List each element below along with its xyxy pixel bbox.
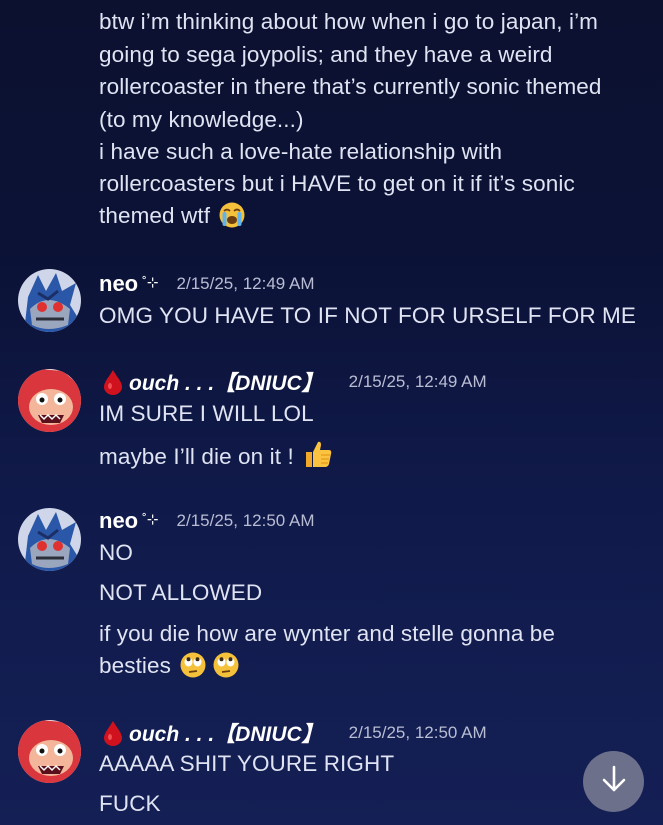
- username[interactable]: ouch . . .【DNIUC】: [129, 367, 323, 397]
- loudly-crying-face-icon: [218, 201, 246, 238]
- avatar-neo[interactable]: [18, 508, 81, 571]
- message-line: (to my knowledge...): [99, 107, 304, 132]
- message-line: FUCK: [99, 791, 161, 816]
- scroll-to-bottom-button[interactable]: [583, 751, 644, 812]
- timestamp: 2/15/25, 12:49 AM: [348, 372, 487, 391]
- message-line: going to sega joypolis; and they have a …: [99, 42, 553, 67]
- message-line-text: maybe I’ll die on it !: [99, 444, 294, 469]
- avatar-neo[interactable]: [18, 269, 81, 332]
- message-line: besties: [99, 650, 240, 688]
- message-line: i have such a love-hate relationship wit…: [99, 139, 503, 164]
- message-line: OMG YOU HAVE TO IF NOT FOR URSELF FOR ME: [99, 303, 636, 328]
- message-line: NO: [99, 540, 133, 565]
- chat-message-list[interactable]: btw i’m thinking about how when i go to …: [0, 0, 663, 825]
- username[interactable]: neo: [99, 271, 138, 297]
- message-line-text: besties: [99, 653, 171, 678]
- username[interactable]: ouch . . .【DNIUC】: [129, 718, 323, 748]
- arrow-down-icon: [599, 764, 629, 799]
- message-line: if you die how are wynter and stelle gon…: [99, 621, 556, 646]
- message-line: rollercoasters but i HAVE to get on it i…: [99, 171, 575, 196]
- message-line: maybe I’ll die on it !: [99, 438, 334, 479]
- username-decoration: ˚⊹: [142, 510, 159, 527]
- face-with-rolling-eyes-icon: [179, 651, 207, 688]
- message-header: neo ˚⊹ 2/15/25, 12:50 AM: [99, 504, 315, 538]
- message-line: btw i’m thinking about how when i go to …: [99, 9, 599, 34]
- message-line-text: themed wtf: [99, 203, 211, 228]
- message-header: ouch . . .【DNIUC】 2/15/25, 12:50 AM: [99, 716, 487, 750]
- message-line: rollercoaster in there that’s currently …: [99, 74, 602, 99]
- avatar-ouch[interactable]: [18, 369, 81, 432]
- username[interactable]: neo: [99, 508, 138, 534]
- timestamp: 2/15/25, 12:50 AM: [348, 723, 487, 742]
- drop-of-blood-icon: [103, 369, 123, 395]
- username-decoration: ˚⊹: [142, 273, 159, 290]
- message-line: IM SURE I WILL LOL: [99, 401, 314, 426]
- message-header: ouch . . .【DNIUC】 2/15/25, 12:49 AM: [99, 365, 487, 399]
- message-line: NOT ALLOWED: [99, 580, 263, 605]
- drop-of-blood-icon: [103, 720, 123, 746]
- thumbs-up-icon: [302, 438, 334, 479]
- face-with-rolling-eyes-icon: [212, 651, 240, 688]
- message-header: neo ˚⊹ 2/15/25, 12:49 AM: [99, 267, 315, 301]
- avatar-ouch[interactable]: [18, 720, 81, 783]
- timestamp: 2/15/25, 12:50 AM: [176, 511, 315, 530]
- message-line: themed wtf: [99, 200, 246, 238]
- message-line: AAAAA SHIT YOURE RIGHT: [99, 751, 395, 776]
- timestamp: 2/15/25, 12:49 AM: [176, 274, 315, 293]
